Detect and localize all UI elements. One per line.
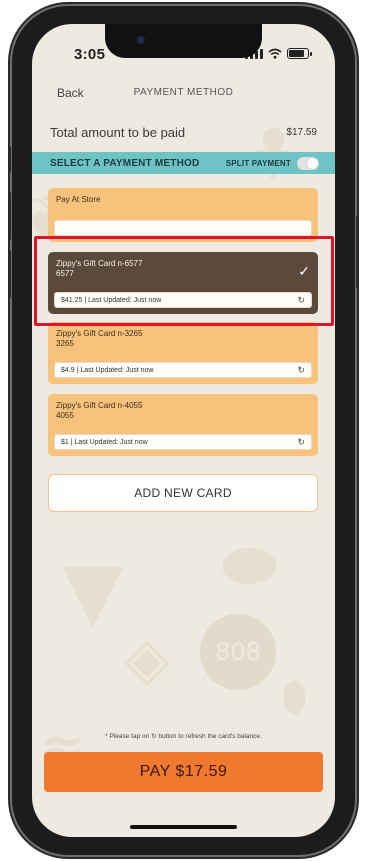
payment-option-gift-card-6577[interactable]: Zippy's Gift Card n-6577 6577 ✓ $41.25 |… xyxy=(48,252,318,314)
refresh-note-after: button to refresh the card's balance. xyxy=(158,733,262,740)
page-title: PAYMENT METHOD xyxy=(133,87,234,98)
split-payment-label: SPLIT PAYMENT xyxy=(225,158,291,168)
split-payment-control[interactable]: SPLIT PAYMENT xyxy=(225,156,319,170)
card-balance: $41.25 | Last Updated: Just now xyxy=(61,296,162,304)
app-content: 3:05 Back PAYMENT METHOD Total amount to… xyxy=(32,24,335,837)
payment-option-gift-card-3265[interactable]: Zippy's Gift Card n-3265 3265 $4.9 | Las… xyxy=(48,322,318,384)
refresh-note: * Please tap on ↻ button to refresh the … xyxy=(32,732,335,740)
phone-screen: ♣ ❦ ▬ ▼ ⬬ ◈ 808 ≈ ⬮ 3:05 xyxy=(32,24,335,837)
card-number: 4055 xyxy=(56,411,74,420)
card-title: Zippy's Gift Card n-4055 xyxy=(56,401,143,410)
payment-option-gift-card-4055[interactable]: Zippy's Gift Card n-4055 4055 $1 | Last … xyxy=(48,394,318,456)
add-new-card-button[interactable]: ADD NEW CARD xyxy=(48,474,318,512)
refresh-icon[interactable]: ↻ xyxy=(297,295,305,305)
camera-icon xyxy=(137,36,145,44)
select-payment-header: SELECT A PAYMENT METHOD SPLIT PAYMENT xyxy=(32,152,335,174)
refresh-icon[interactable]: ↻ xyxy=(297,365,305,375)
battery-icon xyxy=(287,48,312,59)
select-payment-label: SELECT A PAYMENT METHOD xyxy=(50,157,200,169)
mute-switch xyxy=(8,146,11,172)
volume-up-button xyxy=(8,192,11,240)
volume-down-button xyxy=(8,250,11,298)
card-balance: $1 | Last Updated: Just now xyxy=(61,438,148,446)
total-row: Total amount to be paid $17.59 xyxy=(50,120,317,144)
total-value: $17.59 xyxy=(286,126,317,138)
power-button xyxy=(356,216,359,288)
pay-button[interactable]: PAY $17.59 xyxy=(44,752,323,792)
checkmark-icon: ✓ xyxy=(298,263,310,279)
card-title: Pay At Store xyxy=(56,195,101,204)
split-payment-toggle[interactable] xyxy=(297,156,319,170)
card-number: 6577 xyxy=(56,269,74,278)
refresh-icon[interactable]: ↻ xyxy=(297,437,305,447)
card-balance-field: $4.9 | Last Updated: Just now ↻ xyxy=(54,362,312,378)
card-balance: $4.9 | Last Updated: Just now xyxy=(61,366,154,374)
card-empty-field xyxy=(54,220,312,236)
card-title: Zippy's Gift Card n-6577 xyxy=(56,259,143,268)
wifi-icon xyxy=(268,48,282,59)
card-number: 3265 xyxy=(56,339,74,348)
home-indicator xyxy=(130,825,237,829)
payment-option-pay-at-store[interactable]: Pay At Store xyxy=(48,188,318,242)
total-label: Total amount to be paid xyxy=(50,124,186,140)
notch xyxy=(105,24,262,58)
refresh-note-before: * Please tap on xyxy=(105,733,150,740)
toggle-knob xyxy=(307,157,318,169)
status-time: 3:05 xyxy=(74,46,106,63)
navbar: Back PAYMENT METHOD xyxy=(32,82,335,108)
card-title: Zippy's Gift Card n-3265 xyxy=(56,329,143,338)
card-balance-field: $41.25 | Last Updated: Just now ↻ xyxy=(54,292,312,308)
card-balance-field: $1 | Last Updated: Just now ↻ xyxy=(54,434,312,450)
